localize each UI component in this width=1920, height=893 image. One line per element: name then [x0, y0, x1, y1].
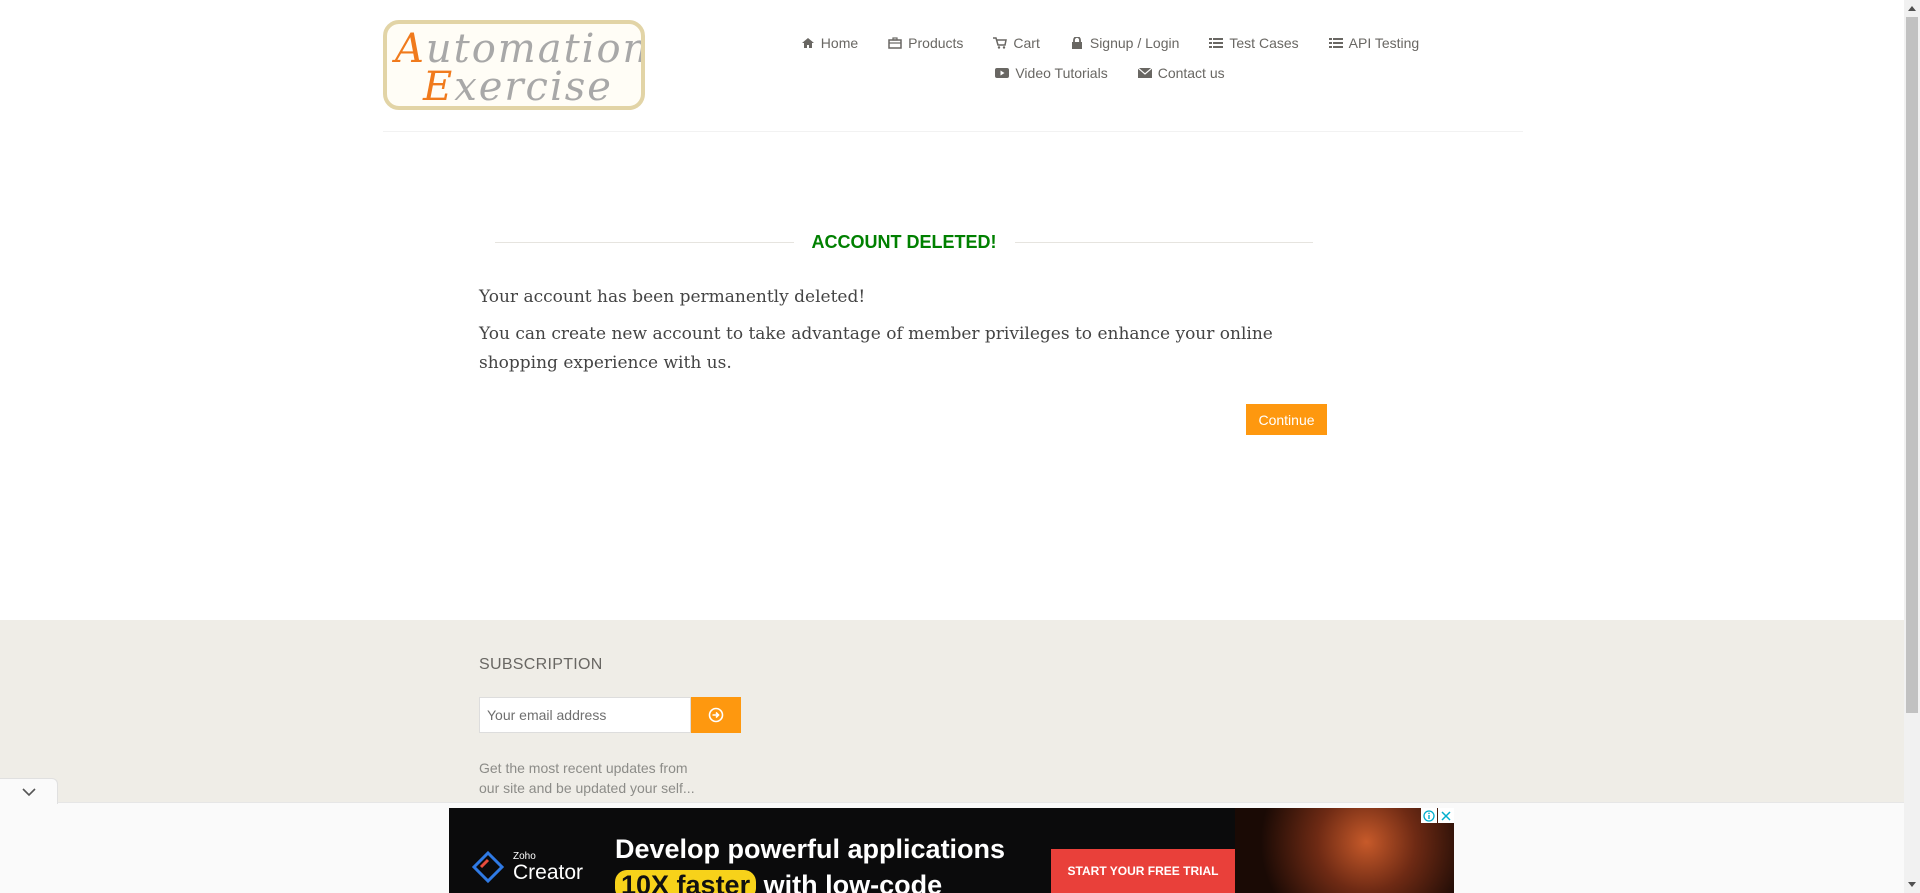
nav-products-label: Products [908, 35, 964, 51]
logo-initial-e: E [423, 64, 455, 110]
nav-api-testing-label: API Testing [1348, 35, 1420, 51]
home-icon [801, 38, 814, 48]
deleted-message: Your account has been permanently delete… [479, 287, 866, 307]
nav-cart-label: Cart [1013, 35, 1040, 51]
title-line-right [1014, 241, 1313, 243]
zoho-creator-logo-icon [471, 850, 505, 884]
scroll-up-button[interactable] [1904, 0, 1920, 16]
nav-home-label: Home [820, 35, 859, 51]
account-deleted-heading: ACCOUNT DELETED! [495, 231, 1313, 253]
ad-banner[interactable]: Zoho Creator Develop powerful applicatio… [449, 808, 1454, 893]
youtube-icon [995, 68, 1010, 78]
nav-signup-login-label: Signup / Login [1089, 35, 1180, 51]
ad-headline: Develop powerful applications [615, 834, 1006, 864]
list-icon [1328, 38, 1343, 48]
ad-headline-2: 10X faster with low-code [615, 870, 942, 893]
ad-brand: Zoho Creator [471, 850, 583, 884]
continue-button[interactable]: Continue [1246, 404, 1327, 435]
ad-info-icon[interactable] [1421, 808, 1437, 823]
nav-video-tutorials[interactable]: Video Tutorials [980, 65, 1122, 81]
nav-home[interactable]: Home [786, 35, 873, 51]
nav-api-testing[interactable]: API Testing [1314, 35, 1435, 51]
ad-highlight: 10X faster [615, 870, 757, 893]
logo-line-2: Exercise [423, 64, 613, 110]
site-logo[interactable]: Automation Exercise [383, 20, 645, 110]
info-icon [1423, 809, 1435, 822]
cart-icon [993, 37, 1008, 49]
nav-cart[interactable]: Cart [978, 35, 1054, 51]
nav-contact-us-label: Contact us [1157, 65, 1225, 81]
ad-brand-big: Creator [513, 860, 584, 884]
nav-signup-login[interactable]: Signup / Login [1055, 35, 1195, 51]
nav-products[interactable]: Products [873, 35, 978, 51]
logo-initial-a: A [395, 26, 426, 72]
chevron-down-icon [21, 787, 36, 796]
nav-contact-us[interactable]: Contact us [1123, 65, 1240, 81]
triangle-down-icon [1908, 882, 1916, 887]
arrow-circle-right-icon [708, 707, 724, 723]
scroll-down-button[interactable] [1904, 877, 1920, 893]
scrollbar-thumb[interactable] [1906, 17, 1918, 713]
subscription-email-input[interactable] [479, 697, 691, 733]
ad-collapse-toggle[interactable] [0, 778, 58, 804]
ad-brand-text: Zoho Creator [513, 850, 584, 884]
nav-test-cases-label: Test Cases [1229, 35, 1299, 51]
list-icon [1209, 38, 1224, 48]
main-nav: Home Products Cart Signup / Login Test C… [780, 28, 1440, 88]
nav-row-2: Video Tutorials Contact us [780, 58, 1440, 88]
page: Automation Exercise Home Products Cart S… [0, 0, 1904, 893]
nav-video-tutorials-label: Video Tutorials [1015, 65, 1108, 81]
new-account-message: You can create new account to take advan… [479, 324, 1273, 373]
header-divider [383, 131, 1523, 132]
products-icon [888, 37, 902, 49]
title-line-left [495, 241, 794, 243]
logo-text-2: xercise [454, 64, 613, 110]
ad-brand-small: Zoho [513, 850, 536, 862]
subscribe-button[interactable] [691, 697, 741, 733]
envelope-icon [1137, 67, 1152, 78]
ad-headline-2-rest: with low-code [763, 870, 943, 893]
subscription-note: Get the most recent updates from our sit… [479, 760, 695, 796]
ad-close-button[interactable] [1438, 808, 1454, 823]
lock-icon [1071, 37, 1082, 49]
subscription-heading: SUBSCRIPTION [479, 656, 603, 673]
page-title: ACCOUNT DELETED! [811, 231, 997, 252]
nav-test-cases[interactable]: Test Cases [1194, 35, 1313, 51]
nav-row-1: Home Products Cart Signup / Login Test C… [780, 28, 1440, 58]
close-icon [1441, 810, 1451, 821]
ad-cta-button[interactable]: START YOUR FREE TRIAL [1051, 849, 1235, 893]
triangle-up-icon [1908, 6, 1916, 11]
